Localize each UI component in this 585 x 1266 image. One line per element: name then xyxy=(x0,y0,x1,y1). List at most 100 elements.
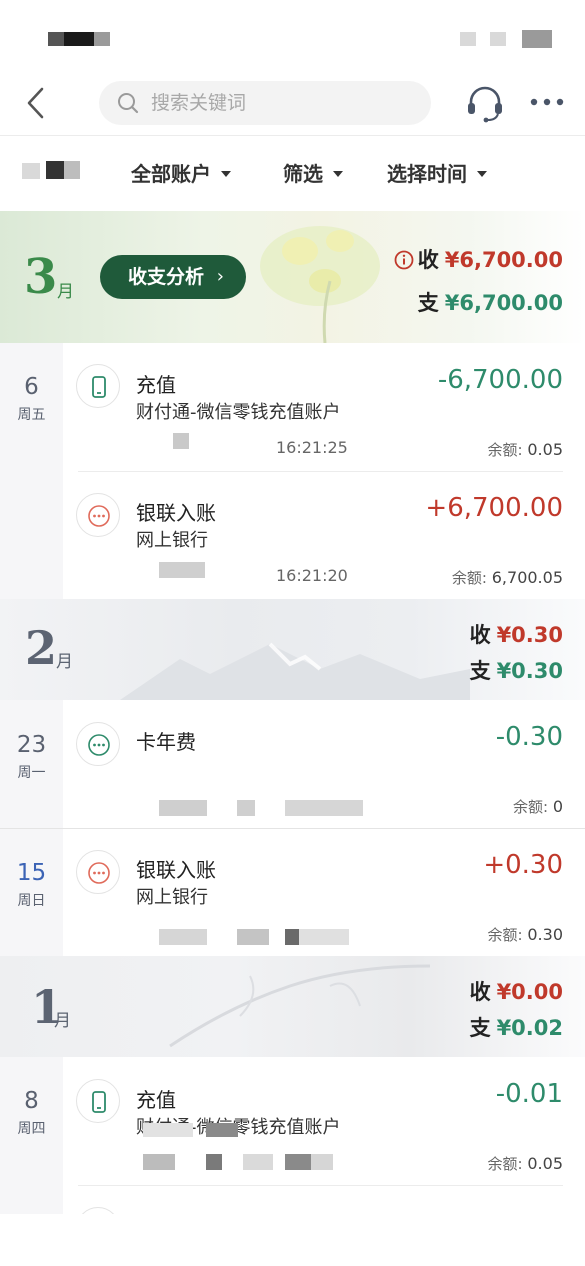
transaction-title: 卡年费 xyxy=(136,730,196,754)
month-income-total: 收 ¥0.30 xyxy=(470,619,563,649)
redacted-date-block xyxy=(173,433,189,449)
redacted-account-block xyxy=(46,161,64,179)
more-dots-icon xyxy=(76,722,120,766)
month-header-january: 1 月 收 ¥0.00 支 ¥0.02 xyxy=(0,956,585,1057)
redacted-time-block xyxy=(243,1154,273,1170)
redacted-overlay-block xyxy=(143,1123,193,1137)
caret-down-icon xyxy=(333,170,343,177)
redacted-time-block xyxy=(299,929,349,945)
day-number: 6 xyxy=(24,374,39,400)
transaction-subtitle: 网上银行 xyxy=(136,887,208,908)
redacted-date-block xyxy=(159,562,205,578)
day-label: 15 周日 xyxy=(0,860,63,910)
month-header-march: 3 月 收支分析 › 收 ¥6,700.00 支 ¥6,700.00 xyxy=(0,211,585,343)
redacted-date-block xyxy=(159,929,207,945)
transaction-row[interactable]: 银联入账 网上银行 +0.30 余额: 0.30 xyxy=(63,829,585,956)
transaction-row[interactable]: 充值 财付通-微信零钱充值账户 -6,700.00 16:21:25 余额: 0… xyxy=(63,343,585,471)
expense-amount: ¥0.30 xyxy=(496,659,563,683)
screen-filter-label: 筛选 xyxy=(283,162,323,186)
time-filter-label: 选择时间 xyxy=(387,162,467,186)
day-number: 15 xyxy=(16,860,47,886)
balance-value: 0 xyxy=(552,797,563,816)
day-number: 23 xyxy=(16,732,47,758)
balance-label: 余额: xyxy=(487,441,523,459)
info-icon[interactable] xyxy=(394,250,414,270)
phone-icon xyxy=(76,364,120,408)
expense-amount: ¥6,700.00 xyxy=(444,291,563,315)
balance-label: 余额: xyxy=(512,798,549,816)
caret-down-icon xyxy=(477,170,487,177)
month-income-total: 收 ¥6,700.00 xyxy=(394,244,563,274)
balance-value: 0.30 xyxy=(527,925,563,944)
redacted-time-block xyxy=(285,800,363,816)
weekday: 周五 xyxy=(17,407,46,423)
status-bar xyxy=(0,0,585,70)
redacted-account-block xyxy=(64,161,80,179)
chevron-right-icon: › xyxy=(216,266,224,287)
redacted-time-block xyxy=(285,1154,311,1170)
balance-label: 余额: xyxy=(487,1155,523,1173)
balance-value: 0.05 xyxy=(527,440,563,459)
month-header-february: 2 月 收 ¥0.30 支 ¥0.30 xyxy=(0,599,585,700)
income-amount: ¥0.30 xyxy=(496,623,563,647)
transaction-amount: -0.30 xyxy=(495,722,563,752)
day-label: 6 周五 xyxy=(0,374,63,424)
status-redacted-block xyxy=(94,32,110,46)
customer-service-headset-icon[interactable] xyxy=(464,84,506,124)
month-income-total: 收 ¥0.00 xyxy=(470,976,563,1006)
transaction-row[interactable]: 银联入账 网上银行 +6,700.00 16:21:20 余额: 6,700.0… xyxy=(63,472,585,599)
redacted-time-block xyxy=(237,800,255,816)
redacted-time-block xyxy=(206,1154,222,1170)
expense-amount: ¥0.02 xyxy=(496,1016,563,1040)
redacted-time-block xyxy=(311,1154,333,1170)
transaction-subtitle: 财付通-微信零钱充值账户 xyxy=(136,402,341,423)
time-filter-dropdown[interactable]: 选择时间 xyxy=(387,137,487,211)
income-amount: ¥6,700.00 xyxy=(444,248,563,272)
expense-label: 支 xyxy=(417,291,439,315)
income-label: 收 xyxy=(469,980,491,1004)
transaction-row-partial[interactable] xyxy=(63,1186,585,1214)
more-dots-icon xyxy=(76,493,120,537)
decorative-mountain-illustration xyxy=(120,642,470,700)
analysis-button-label: 收支分析 xyxy=(128,266,205,288)
back-arrow-icon[interactable] xyxy=(22,84,52,122)
month-number: 3 xyxy=(24,249,58,305)
month-number: 2 xyxy=(25,621,58,675)
decorative-flower-illustration xyxy=(260,226,380,343)
redacted-overlay-block xyxy=(206,1123,238,1137)
expense-label: 支 xyxy=(469,1016,491,1040)
filter-bar: 全部账户 筛选 选择时间 xyxy=(0,137,585,211)
more-options-icon[interactable] xyxy=(528,92,566,112)
income-amount: ¥0.00 xyxy=(496,980,563,1004)
day-number: 8 xyxy=(24,1088,39,1114)
balance-value: 0.05 xyxy=(527,1154,563,1173)
transaction-balance: 余额: 6,700.05 xyxy=(452,567,563,588)
day-label: 23 周一 xyxy=(0,732,63,782)
transaction-amount: +0.30 xyxy=(483,850,563,880)
redacted-time-block xyxy=(285,929,299,945)
search-input[interactable]: 搜索关键词 xyxy=(99,81,431,125)
transaction-time: 16:21:25 xyxy=(276,438,348,457)
transaction-row[interactable]: 卡年费 -0.30 余额: 0 xyxy=(63,700,585,828)
search-placeholder: 搜索关键词 xyxy=(151,92,247,114)
transaction-balance: 余额: 0.05 xyxy=(488,439,563,460)
month-unit: 月 xyxy=(57,282,74,302)
income-expense-analysis-button[interactable]: 收支分析 › xyxy=(100,255,246,299)
transaction-subtitle: 网上银行 xyxy=(136,530,208,551)
status-redacted-block xyxy=(522,30,552,48)
transaction-row[interactable]: 充值 财付通-微信零钱充值账户 -0.01 余额: 0.05 xyxy=(63,1057,585,1185)
account-filter-dropdown[interactable]: 全部账户 xyxy=(131,137,231,211)
day-label: 8 周四 xyxy=(0,1088,63,1138)
screen-filter-dropdown[interactable]: 筛选 xyxy=(283,137,343,211)
transaction-amount: +6,700.00 xyxy=(425,493,563,523)
income-label: 收 xyxy=(469,623,491,647)
caret-down-icon xyxy=(221,170,231,177)
transaction-icon xyxy=(76,1207,120,1214)
month-expense-total: 支 ¥0.30 xyxy=(470,655,563,685)
month-expense-total: 支 ¥6,700.00 xyxy=(418,287,563,317)
status-redacted-block xyxy=(490,32,506,46)
decorative-branch-illustration xyxy=(169,964,431,1048)
redacted-account-block xyxy=(22,163,40,179)
transaction-title: 银联入账 xyxy=(136,858,216,882)
transaction-balance: 余额: 0.30 xyxy=(488,924,563,945)
